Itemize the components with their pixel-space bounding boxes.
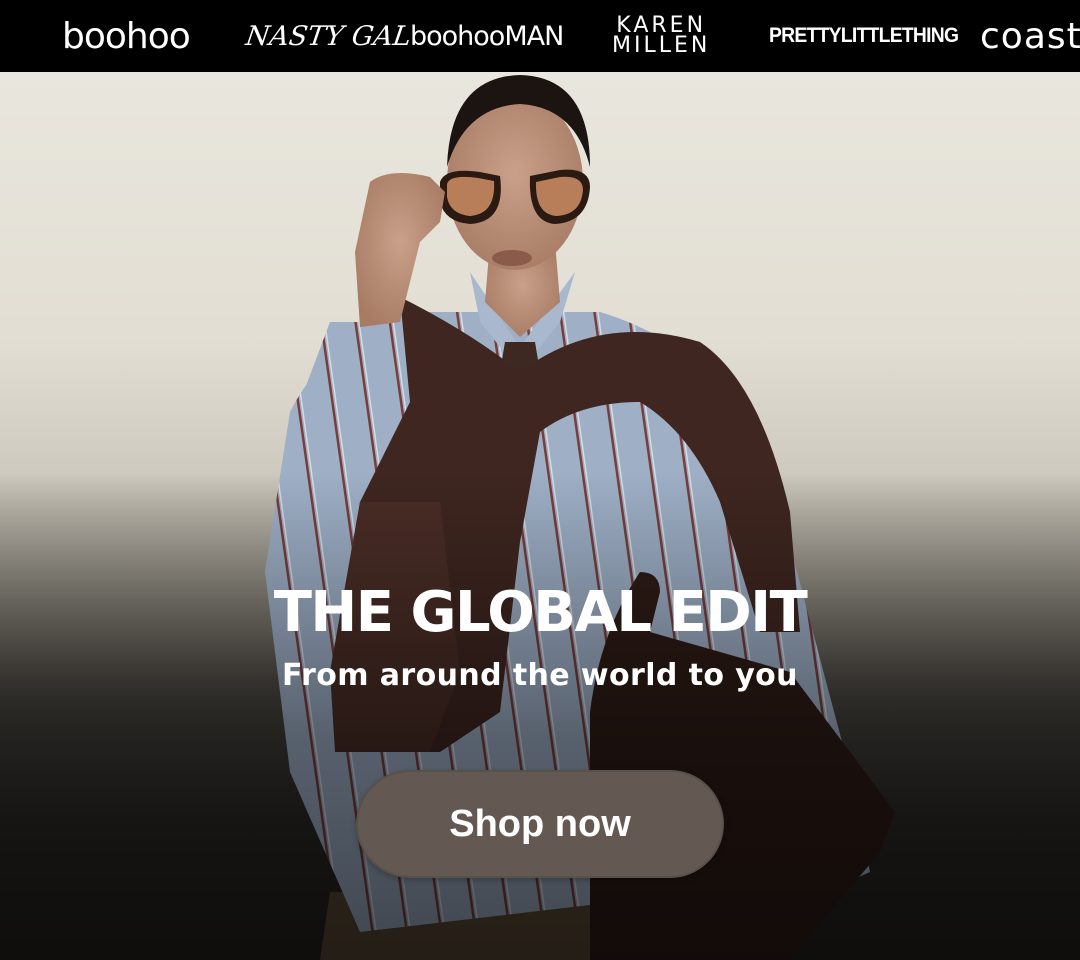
brand-link-boohoo[interactable]: boohoo [62,0,191,72]
brand-link-prettylittlething[interactable]: PRETTYLITTLETHING [769,0,959,72]
hero-banner[interactable]: THE GLOBAL EDIT From around the world to… [0,72,1080,960]
hero-text-block: THE GLOBAL EDIT From around the world to… [0,72,1080,960]
brand-link-karen-millen[interactable]: KAREN MILLEN [612,0,710,72]
karen-millen-line2: MILLEN [612,33,711,58]
brand-link-coast[interactable]: coast [980,0,1080,72]
brand-link-boohooman[interactable]: boohooMAN [410,0,564,72]
hero-subtitle: From around the world to you [282,658,798,693]
shop-now-button[interactable]: Shop now [356,770,724,878]
brand-link-nasty-gal[interactable]: NASTY GAL [241,0,416,72]
hero-title: THE GLOBAL EDIT [273,580,808,645]
brand-navigation-bar: boohoo NASTY GAL boohooMAN KAREN MILLEN … [0,0,1080,72]
